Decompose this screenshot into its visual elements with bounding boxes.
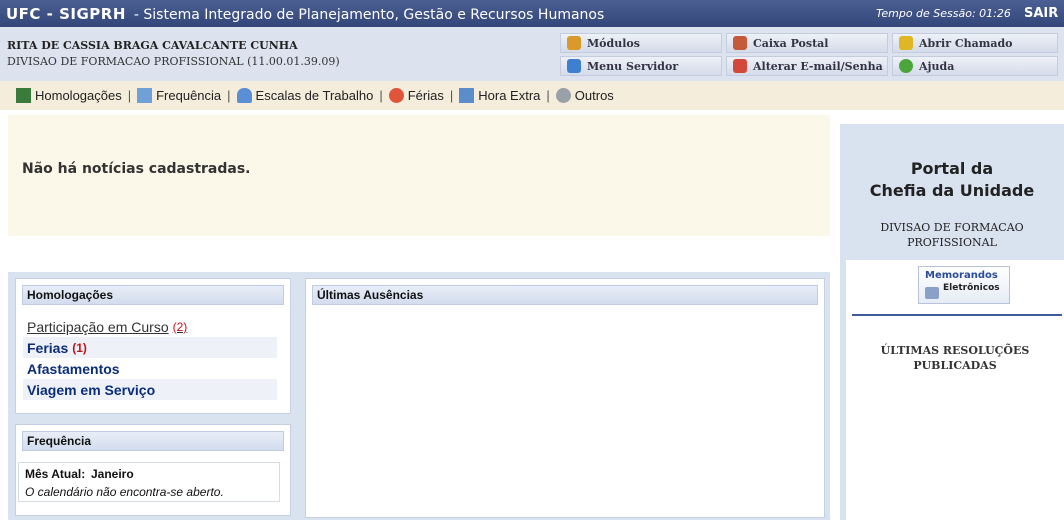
document-icon (16, 88, 31, 103)
modulos-button[interactable]: Módulos (560, 33, 722, 53)
news-message: Não há notícias cadastradas. (22, 161, 251, 177)
gear-icon (555, 88, 571, 103)
network-icon (567, 59, 581, 73)
top-bar: UFC - SIGPRH - Sistema Integrado de Plane… (0, 0, 1064, 27)
homologacao-item-ferias[interactable]: Ferias (1) (23, 337, 277, 358)
portal-department: DIVISAO DE FORMACAO PROFISSIONAL (840, 220, 1064, 250)
menu-frequencia-label: Frequência (156, 88, 222, 103)
user-icon (236, 88, 252, 103)
list-item-label: Afastamentos (27, 360, 120, 377)
logout-link[interactable]: SAIR (1024, 6, 1058, 21)
session-timer: Tempo de Sessão: 01:26 (876, 7, 1011, 20)
memorandos-eletronicos-button[interactable]: Memorandos Eletrônicos (918, 266, 1010, 304)
menu-separator: | (449, 88, 454, 103)
menu-hora-extra-label: Hora Extra (478, 88, 541, 103)
menu-servidor-label: Menu Servidor (587, 59, 679, 73)
list-item-label: Viagem em Serviço (27, 381, 156, 398)
homologacao-item-viagem-servico[interactable]: Viagem em Serviço (23, 379, 277, 400)
divider (852, 314, 1062, 316)
memo-label-line2: Eletrônicos (943, 283, 1000, 293)
caixa-postal-label: Caixa Postal (753, 36, 829, 50)
homologacao-item-afastamentos[interactable]: Afastamentos (23, 358, 277, 379)
list-item-count: (1) (72, 340, 87, 355)
box-icon (567, 36, 581, 50)
menu-separator: | (127, 88, 132, 103)
homologacao-item-participacao-curso[interactable]: Participação em Curso (2) (23, 316, 277, 337)
calendario-note: O calendário não encontra-se aberto. (25, 485, 224, 499)
mailbox-icon (733, 36, 747, 50)
menu-ferias-label: Férias (407, 88, 444, 103)
frequencia-info: Mês Atual: Janeiro O calendário não enco… (18, 462, 280, 502)
alterar-email-label: Alterar E-mail/Senha (753, 59, 883, 73)
portal-links-box: Memorandos Eletrônicos ÚLTIMAS RESOLUÇÕE… (846, 260, 1064, 520)
mes-atual-value: Janeiro (91, 467, 134, 481)
memo-label-line1: Memorandos (925, 270, 998, 281)
menu-escalas[interactable]: Escalas de Trabalho (236, 88, 374, 103)
user-edit-icon (733, 59, 747, 73)
menu-homologacoes-label: Homologações (35, 88, 122, 103)
chart-icon (459, 88, 475, 103)
lifebuoy-icon (388, 88, 404, 103)
menu-frequencia[interactable]: Frequência (137, 88, 221, 103)
ajuda-button[interactable]: Ajuda (892, 56, 1058, 76)
resolucoes-line2: PUBLICADAS (913, 359, 997, 372)
homologacoes-list: Participação em Curso (2) Ferias (1) Afa… (23, 316, 277, 400)
menu-outros-label: Outros (574, 88, 614, 103)
system-code: UFC - SIGPRH (6, 5, 126, 23)
user-name: RITA DE CASSIA BRAGA CAVALCANTE CUNHA (7, 39, 298, 52)
menu-homologacoes[interactable]: Homologações (16, 88, 122, 103)
module-menu-bar: Homologações | Frequência | Escalas de T… (0, 81, 1064, 110)
list-item-label: Participação em Curso (27, 318, 169, 335)
calendar-icon (137, 88, 153, 103)
mes-atual-label: Mês Atual: (25, 467, 86, 481)
portal-sidebar: Portal da Chefia da Unidade DIVISAO DE F… (840, 124, 1064, 520)
portal-title: Portal da Chefia da Unidade (840, 158, 1064, 202)
modulos-label: Módulos (587, 36, 640, 50)
abrir-chamado-button[interactable]: Abrir Chamado (892, 33, 1058, 53)
ultimas-ausencias-title: Últimas Ausências (312, 285, 818, 305)
user-info-bar: RITA DE CASSIA BRAGA CAVALCANTE CUNHA DI… (0, 27, 1064, 81)
list-item-count: (2) (172, 319, 188, 334)
menu-hora-extra[interactable]: Hora Extra (459, 88, 540, 103)
frequencia-panel-title: Frequência (22, 431, 284, 451)
ultimas-ausencias-panel: Últimas Ausências (305, 278, 825, 518)
help-icon (899, 59, 913, 73)
menu-separator: | (227, 88, 231, 103)
menu-escalas-label: Escalas de Trabalho (255, 88, 374, 103)
portal-title-line1: Portal da (910, 159, 994, 178)
news-area: Não há notícias cadastradas. (8, 115, 830, 236)
list-item-label: Ferias (27, 339, 69, 356)
menu-ferias[interactable]: Férias (388, 88, 444, 103)
ajuda-label: Ajuda (919, 59, 955, 73)
menu-servidor-button[interactable]: Menu Servidor (560, 56, 722, 76)
system-name: - Sistema Integrado de Planejamento, Ges… (133, 7, 605, 23)
portal-dept-line1: DIVISAO DE FORMACAO (880, 221, 1024, 234)
abrir-chamado-label: Abrir Chamado (919, 36, 1013, 50)
menu-separator: | (379, 88, 383, 103)
portal-title-line2: Chefia da Unidade (869, 181, 1035, 200)
user-department: DIVISAO DE FORMACAO PROFISSIONAL (11.00.… (7, 55, 340, 68)
menu-separator: | (546, 88, 550, 103)
ultimas-resolucoes-heading: ÚLTIMAS RESOLUÇÕES PUBLICADAS (846, 343, 1064, 373)
portal-dept-line2: PROFISSIONAL (907, 236, 997, 249)
caixa-postal-button[interactable]: Caixa Postal (726, 33, 888, 53)
resolucoes-line1: ÚLTIMAS RESOLUÇÕES (880, 344, 1030, 357)
mes-atual-row: Mês Atual: Janeiro (25, 467, 134, 481)
homologacoes-panel-title: Homologações (22, 285, 284, 305)
pen-icon (925, 287, 939, 299)
system-title: UFC - SIGPRH - Sistema Integrado de Plane… (6, 5, 604, 23)
alterar-email-button[interactable]: Alterar E-mail/Senha (726, 56, 888, 76)
menu-outros[interactable]: Outros (555, 88, 614, 103)
wrench-icon (899, 36, 913, 50)
